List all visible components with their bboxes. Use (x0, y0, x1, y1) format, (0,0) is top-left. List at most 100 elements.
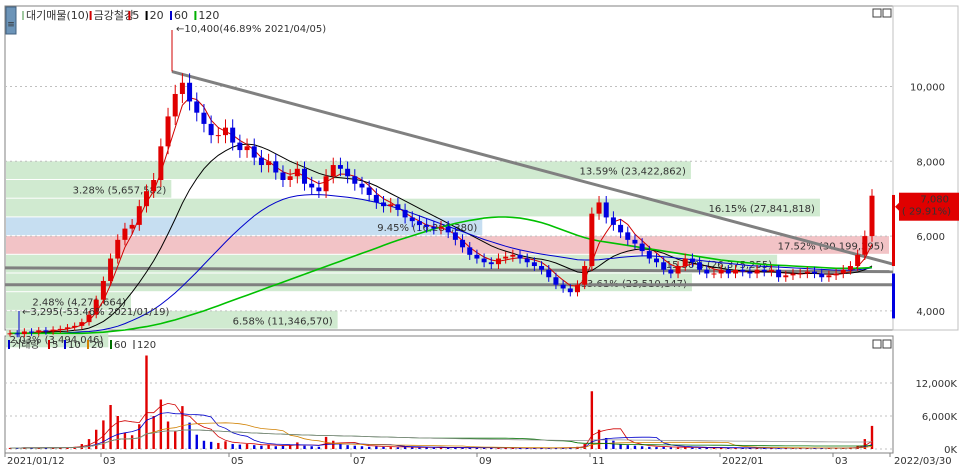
minimize-icon (872, 339, 882, 349)
high-annotation: ←10,400(46.89% 2021/04/05) (176, 24, 326, 35)
volume-tick-label: 6,000K (922, 412, 958, 423)
current-price-value: 7,080 (920, 195, 949, 206)
candle-body (258, 157, 264, 166)
stock-chart-window: 2.03% (3,494,046) 6.58% (11,346,570) 2.48%… (0, 0, 959, 467)
legend-swatch (145, 11, 148, 20)
candle-body (230, 127, 236, 143)
candle-body (237, 142, 243, 151)
candle-body (129, 224, 135, 229)
candle-body (539, 266, 545, 270)
candle-body (143, 191, 149, 207)
candle-body (761, 269, 767, 272)
candle-body (610, 217, 616, 225)
candle-body (122, 228, 128, 240)
volume-bar (324, 436, 328, 449)
candle-body (187, 82, 193, 102)
volume-bar (332, 440, 335, 449)
candle-body (740, 269, 746, 272)
candle-body (495, 258, 501, 265)
volume-bar (640, 446, 644, 449)
candle-body (510, 254, 516, 257)
candle-body (302, 168, 308, 184)
candle-body (754, 269, 760, 274)
x-tick-label: 07 (353, 456, 366, 467)
candle-body (639, 243, 645, 252)
volume-bar (195, 434, 198, 449)
candle-body (359, 183, 365, 188)
candle-body (869, 195, 875, 237)
candle-body (273, 161, 279, 173)
volume-bar (95, 429, 98, 449)
candle-body (790, 273, 796, 276)
candle-body (654, 258, 659, 263)
candle-body (21, 331, 27, 335)
candle-body (158, 146, 164, 180)
legend-swatch (170, 11, 172, 20)
candle-body (57, 328, 63, 330)
volume-bar (389, 447, 392, 449)
candle-body (309, 183, 315, 188)
volume-bar (626, 445, 629, 449)
candle-body (194, 101, 200, 113)
volume-bar (619, 444, 622, 449)
legend-swatch (128, 11, 131, 20)
candle-body (646, 251, 652, 259)
x-tick-label: 2021/01/12 (7, 456, 65, 467)
current-price-change: ( 29.91%) (902, 207, 951, 218)
volume-bar (260, 445, 263, 449)
volume-bar (346, 445, 349, 449)
candle-body (804, 271, 810, 274)
candle-body (330, 165, 336, 177)
candle-body (567, 288, 573, 293)
candle-body (208, 123, 214, 136)
legend-label: 60 (174, 9, 188, 22)
volume-bar (238, 444, 242, 449)
volume-bar (669, 447, 673, 449)
candle-body (819, 273, 825, 278)
candle-body (280, 172, 286, 180)
volume-legend-swatch (133, 340, 135, 349)
volume-bar (432, 447, 436, 449)
candle-body (7, 333, 13, 335)
candle-body (675, 266, 681, 274)
candle-body (79, 322, 85, 326)
candle-body (424, 224, 430, 227)
volume-legend-swatch (87, 340, 89, 349)
candle-body (797, 273, 803, 275)
candle-body (596, 202, 602, 214)
x-tick-label: 09 (479, 456, 492, 467)
volume-bar (267, 444, 270, 449)
x-tick-label: 03 (835, 456, 848, 467)
candle-body (244, 146, 250, 151)
legend-swatch (89, 11, 92, 20)
volume-bar (224, 441, 227, 449)
volume-bar (655, 447, 658, 449)
volume-bar (303, 445, 306, 449)
candle-body (151, 180, 157, 192)
close-icon (882, 8, 892, 18)
minimize-icon (872, 8, 882, 18)
candle-body (381, 202, 387, 207)
legend-label: 120 (198, 9, 219, 22)
candle-body (725, 269, 731, 274)
close-icon (882, 339, 892, 349)
candle-body (474, 254, 480, 259)
stock-chart: 2.03% (3,494,046)6.58% (11,346,570)2.48%… (4, 5, 959, 467)
candle-body (589, 213, 595, 267)
volume-profile-label: 9.45% (16,289,380) (377, 223, 477, 234)
volume-bar (403, 447, 407, 449)
low-annotation: ←3,295(-53.46% 2021/01/19) (22, 307, 169, 318)
candle-body (503, 256, 509, 259)
price-tick-label: 4,000 (916, 307, 945, 318)
candle-body (366, 187, 372, 195)
candle-body (718, 269, 724, 274)
candle-body (847, 266, 853, 270)
candle-body (223, 127, 228, 136)
volume-legend-swatch (110, 340, 112, 349)
volume-bar (181, 406, 184, 449)
candle-body (395, 204, 401, 210)
candle-body (179, 82, 185, 94)
x-tick-label: 11 (592, 456, 605, 467)
candle-body (108, 258, 114, 281)
volume-legend-label: 120 (137, 340, 156, 351)
